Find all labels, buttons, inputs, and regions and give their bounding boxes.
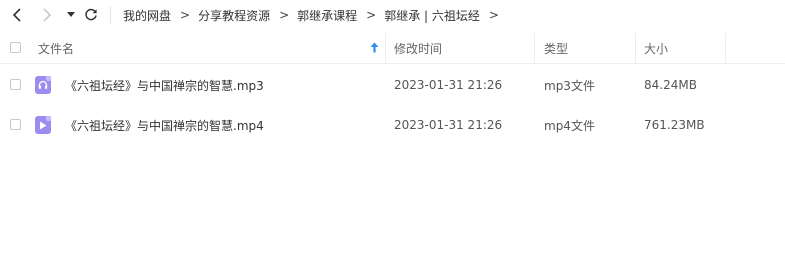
- audio-file-icon: [35, 76, 51, 94]
- history-dropdown-button[interactable]: [64, 5, 78, 25]
- breadcrumb-separator: >: [366, 8, 377, 22]
- toolbar-divider: [110, 6, 111, 24]
- breadcrumb: 我的网盘 > 分享教程资源 > 郭继承课程 > 郭继承 | 六祖坛经 >: [123, 0, 507, 30]
- file-name[interactable]: 《六祖坛经》与中国禅宗的智慧.mp3: [65, 65, 264, 105]
- file-type: mp4文件: [544, 118, 595, 133]
- file-modified-time: 2023-01-31 21:26: [394, 78, 503, 92]
- row-checkbox[interactable]: [10, 79, 21, 90]
- file-size: 84.24MB: [644, 78, 697, 92]
- breadcrumb-separator: >: [180, 8, 191, 22]
- file-type: mp3文件: [544, 78, 595, 93]
- column-header-size[interactable]: 大小: [644, 33, 668, 63]
- sort-arrow-up-icon: [370, 42, 379, 53]
- refresh-button[interactable]: [82, 5, 100, 25]
- row-checkbox[interactable]: [10, 119, 21, 130]
- file-name[interactable]: 《六祖坛经》与中国禅宗的智慧.mp4: [65, 105, 264, 145]
- column-divider: [635, 33, 636, 63]
- breadcrumb-item-courses[interactable]: 郭继承课程: [297, 7, 357, 24]
- column-divider: [385, 33, 386, 63]
- breadcrumb-separator: >: [488, 8, 499, 22]
- column-header-type[interactable]: 类型: [544, 33, 568, 63]
- file-row[interactable]: 《六祖坛经》与中国禅宗的智慧.mp3 2023-01-31 21:26 mp3文…: [0, 65, 785, 105]
- forward-button[interactable]: [38, 5, 56, 25]
- column-divider: [725, 33, 726, 63]
- select-all-checkbox[interactable]: [10, 42, 21, 53]
- column-header-name[interactable]: 文件名: [38, 33, 74, 63]
- back-button[interactable]: [8, 5, 26, 25]
- file-size: 761.23MB: [644, 118, 705, 132]
- breadcrumb-item-my-drive[interactable]: 我的网盘: [123, 7, 171, 24]
- refresh-icon: [85, 8, 97, 21]
- file-modified-time: 2023-01-31 21:26: [394, 118, 503, 132]
- breadcrumb-item-current-folder[interactable]: 郭继承 | 六祖坛经: [384, 7, 480, 24]
- column-divider: [534, 33, 535, 63]
- caret-down-icon: [67, 12, 75, 17]
- navigation-toolbar: 我的网盘 > 分享教程资源 > 郭继承课程 > 郭继承 | 六祖坛经 >: [0, 0, 785, 30]
- breadcrumb-separator: >: [279, 8, 290, 22]
- video-file-icon: [35, 116, 51, 134]
- column-header-modified[interactable]: 修改时间: [394, 33, 442, 63]
- file-list-header: 文件名 修改时间 类型 大小: [0, 33, 785, 64]
- file-row[interactable]: 《六祖坛经》与中国禅宗的智慧.mp4 2023-01-31 21:26 mp4文…: [0, 105, 785, 145]
- chevron-left-icon: [12, 8, 21, 22]
- chevron-right-icon: [43, 8, 52, 22]
- breadcrumb-item-shared-resources[interactable]: 分享教程资源: [198, 7, 270, 24]
